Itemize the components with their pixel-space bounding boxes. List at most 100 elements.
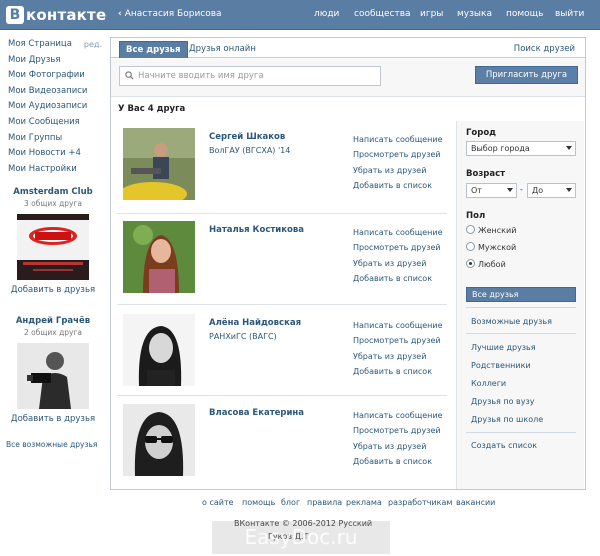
friend-photo[interactable]: [123, 404, 195, 476]
footer-about[interactable]: о сайте: [202, 498, 234, 507]
friend-photo[interactable]: [123, 314, 195, 386]
sex-radio-male[interactable]: Мужской: [466, 242, 516, 256]
all-possible-friends-link[interactable]: Все возможные друзья: [6, 440, 97, 449]
add-to-list-link[interactable]: Добавить в список: [353, 271, 443, 286]
nav-logout[interactable]: выйти: [555, 9, 584, 19]
footer-ads[interactable]: реклама: [346, 498, 382, 507]
category-best-friends[interactable]: Лучшие друзья: [471, 343, 536, 352]
suggestion-avatar[interactable]: [17, 214, 89, 280]
age-to-value: До: [532, 186, 544, 195]
view-friends-link[interactable]: Просмотреть друзей: [353, 423, 443, 438]
logo-letter: В: [6, 6, 24, 24]
create-list-link[interactable]: Создать список: [471, 441, 537, 450]
dropdown-arrow-icon: [507, 188, 513, 192]
write-message-link[interactable]: Написать сообщение: [353, 318, 443, 333]
menu-my-photos[interactable]: Мои Фотографии: [8, 68, 100, 84]
friend-name[interactable]: Алёна Найдовская: [209, 318, 301, 328]
sex-radio-any[interactable]: Любой: [466, 259, 506, 273]
back-link[interactable]: ‹ Анастасия Борисова: [118, 9, 222, 19]
add-to-list-link[interactable]: Добавить в список: [353, 454, 443, 469]
remove-friend-link[interactable]: Убрать из друзей: [353, 349, 443, 364]
category-all-friends[interactable]: Все друзья: [466, 287, 576, 302]
vk-logo[interactable]: В контакте: [6, 5, 106, 25]
nav-music[interactable]: музыка: [457, 9, 492, 19]
left-menu: Моя Страница ред. Мои Друзья Мои Фотограф…: [8, 37, 102, 178]
menu-my-news[interactable]: Мои Новости +4: [8, 146, 100, 162]
footer-blog[interactable]: блог: [281, 498, 300, 507]
friend-university[interactable]: ВолГАУ (ВГСХА) '14: [209, 146, 290, 155]
suggestion-title[interactable]: Андрей Грачёв: [4, 316, 102, 326]
city-select-value: Выбор города: [471, 144, 530, 153]
dropdown-arrow-icon: [566, 188, 572, 192]
divider: [466, 333, 576, 334]
menu-my-settings[interactable]: Мои Настройки: [8, 162, 100, 178]
footer-rules[interactable]: правила: [307, 498, 342, 507]
add-to-list-link[interactable]: Добавить в список: [353, 364, 443, 379]
view-friends-link[interactable]: Просмотреть друзей: [353, 240, 443, 255]
category-colleagues[interactable]: Коллеги: [471, 379, 506, 388]
friend-count: У Вас 4 друга: [118, 104, 186, 114]
menu-my-friends[interactable]: Мои Друзья: [8, 53, 100, 69]
menu-my-page[interactable]: Моя Страница ред.: [8, 37, 102, 53]
category-possible-friends[interactable]: Возможные друзья: [471, 317, 552, 326]
write-message-link[interactable]: Написать сообщение: [353, 408, 443, 423]
nav-help[interactable]: помощь: [506, 9, 543, 19]
friend-university[interactable]: РАНХиГС (ВАГС): [209, 332, 277, 341]
suggestion-card: Андрей Грачёв 2 общих друга Добавить в д…: [4, 316, 102, 424]
menu-edit-link[interactable]: ред.: [84, 37, 102, 53]
view-friends-link[interactable]: Просмотреть друзей: [353, 147, 443, 162]
find-friends-link[interactable]: Поиск друзей: [514, 44, 575, 54]
friend-actions: Написать сообщение Просмотреть друзей Уб…: [353, 225, 443, 286]
city-select[interactable]: Выбор города: [466, 141, 576, 156]
write-message-link[interactable]: Написать сообщение: [353, 225, 443, 240]
friend-name[interactable]: Сергей Шкаков: [209, 132, 285, 142]
dropdown-arrow-icon: [566, 146, 572, 150]
city-label: Город: [466, 128, 497, 138]
nav-people[interactable]: люди: [314, 9, 339, 19]
age-from-select[interactable]: От: [466, 183, 517, 198]
add-friend-link[interactable]: Добавить в друзья: [4, 285, 102, 295]
suggestion-avatar[interactable]: [17, 343, 89, 409]
logo-text: контакте: [26, 6, 107, 24]
footer-help[interactable]: помощь: [242, 498, 275, 507]
divider: [117, 395, 447, 396]
divider: [117, 213, 447, 214]
category-relatives[interactable]: Родственники: [471, 361, 531, 370]
menu-my-groups[interactable]: Мои Группы: [8, 131, 100, 147]
category-university-friends[interactable]: Друзья по вузу: [471, 397, 535, 406]
add-friend-link[interactable]: Добавить в друзья: [4, 414, 102, 424]
tab-all-friends[interactable]: Все друзья: [119, 41, 188, 58]
friend-name[interactable]: Наталья Костикова: [209, 225, 304, 235]
footer-developers[interactable]: разработчикам: [388, 498, 452, 507]
sex-option-label: Любой: [478, 260, 506, 269]
friend-photo[interactable]: [123, 128, 195, 200]
friend-search-input[interactable]: Начните вводить имя друга: [119, 66, 381, 86]
menu-my-videos[interactable]: Мои Видеозаписи: [8, 84, 100, 100]
remove-friend-link[interactable]: Убрать из друзей: [353, 439, 443, 454]
suggestion-card: Amsterdam Club 3 общих друга Добавить в …: [4, 187, 102, 295]
radio-button-icon: [466, 225, 475, 234]
tab-friends-online[interactable]: Друзья онлайн: [183, 41, 262, 58]
remove-friend-link[interactable]: Убрать из друзей: [353, 256, 443, 271]
suggestion-title[interactable]: Amsterdam Club: [4, 187, 102, 197]
sex-radio-female[interactable]: Женский: [466, 225, 516, 239]
age-to-select[interactable]: До: [527, 183, 576, 198]
footer-jobs[interactable]: вакансии: [456, 498, 495, 507]
menu-my-messages[interactable]: Мои Сообщения: [8, 115, 100, 131]
age-from-value: От: [471, 186, 482, 195]
divider: [466, 307, 576, 308]
add-to-list-link[interactable]: Добавить в список: [353, 178, 443, 193]
menu-my-audio[interactable]: Мои Аудиозаписи: [8, 99, 100, 115]
friend-name[interactable]: Власова Екатерина: [209, 408, 304, 418]
category-school-friends[interactable]: Друзья по школе: [471, 415, 543, 424]
remove-friend-link[interactable]: Убрать из друзей: [353, 163, 443, 178]
back-link-label: Анастасия Борисова: [124, 9, 222, 19]
nav-games[interactable]: игры: [420, 9, 443, 19]
friend-photo[interactable]: [123, 221, 195, 293]
view-friends-link[interactable]: Просмотреть друзей: [353, 333, 443, 348]
write-message-link[interactable]: Написать сообщение: [353, 132, 443, 147]
sex-label: Пол: [466, 211, 486, 221]
radio-button-icon: [466, 242, 475, 251]
invite-friend-button[interactable]: Пригласить друга: [475, 66, 578, 84]
nav-communities[interactable]: сообщества: [354, 9, 411, 19]
